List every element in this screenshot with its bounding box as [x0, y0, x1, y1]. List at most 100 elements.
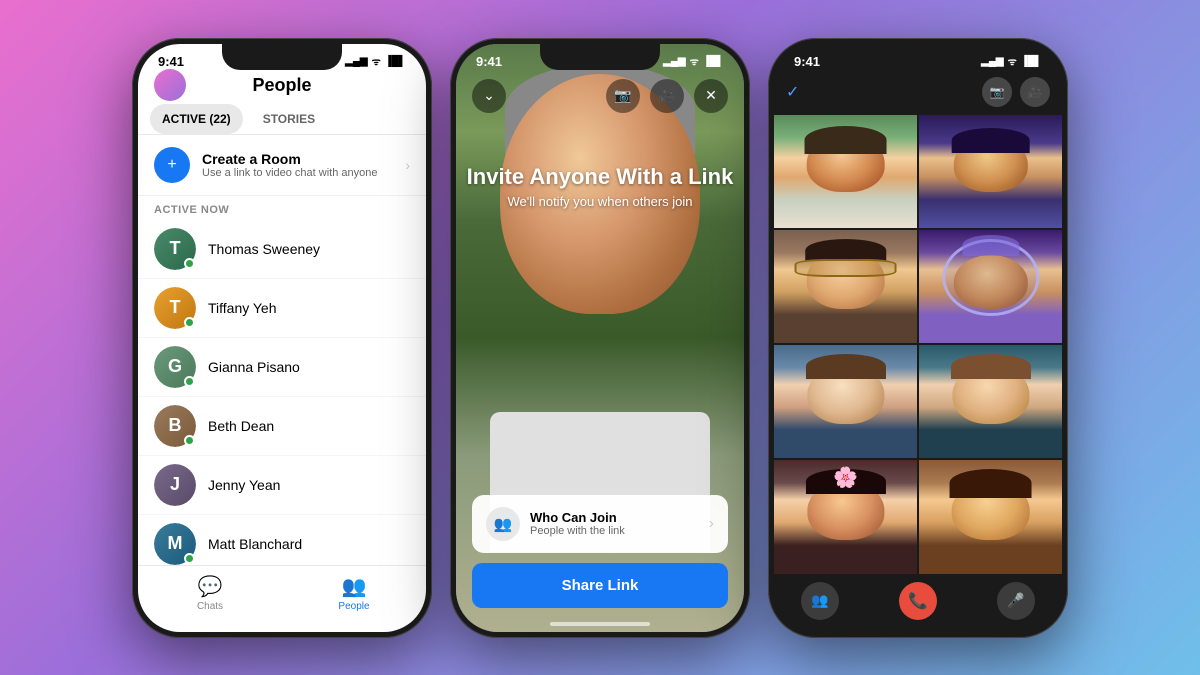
chats-label: Chats: [197, 601, 223, 612]
phone-2-content: 9:41 ▂▄▆ ᯤ ▐█▌ ⌄ 📷 🎥 ✕: [456, 44, 744, 632]
signal-icon-3: ▂▄▆: [981, 56, 1003, 67]
video-button[interactable]: 🎥: [650, 79, 684, 113]
contact-name: Thomas Sweeney: [208, 241, 320, 257]
group-button[interactable]: 👥: [801, 582, 839, 620]
create-room-subtitle: Use a link to video chat with anyone: [202, 167, 393, 179]
active-indicator: [184, 317, 195, 328]
video-top-bar: ✓ 📷 🎥: [774, 73, 1062, 115]
contact-row[interactable]: B Beth Dean: [138, 397, 426, 456]
phone-1-content: 9:41 ▂▄▆ ᯤ ▐█▌ People ACTIVE (22) STORIE…: [138, 44, 426, 632]
video-grid: 🌸: [774, 115, 1062, 574]
contact-row[interactable]: G Gianna Pisano: [138, 338, 426, 397]
tab-active[interactable]: ACTIVE (22): [150, 104, 243, 134]
camera-switch-button[interactable]: 📷: [606, 79, 640, 113]
video-cell-1: [774, 115, 917, 228]
status-time-3: 9:41: [794, 54, 820, 69]
phone-3-content: 9:41 ▂▄▆ ᯤ ▐█▌ ✓ 📷 🎥: [774, 44, 1062, 632]
signal-icon: ▂▄▆: [345, 56, 367, 67]
status-time-2: 9:41: [476, 54, 502, 69]
mute-button[interactable]: 🎤: [997, 582, 1035, 620]
chats-icon: 💬: [198, 574, 223, 599]
active-indicator: [184, 376, 195, 387]
avatar-wrap: T: [154, 287, 196, 329]
people-icon: 👥: [342, 574, 367, 599]
status-icons-3: ▂▄▆ ᯤ ▐█▌: [981, 54, 1042, 69]
phone-2-screen: 9:41 ▂▄▆ ᯤ ▐█▌ ⌄ 📷 🎥 ✕: [456, 44, 744, 632]
contact-row[interactable]: MMatt Blanchard: [138, 515, 426, 565]
home-indicator: [550, 622, 650, 626]
wifi-icon: ᯤ: [372, 54, 381, 68]
create-room-icon: +: [154, 147, 190, 183]
close-button[interactable]: ✕: [694, 79, 728, 113]
contact-row[interactable]: T Tiffany Yeh: [138, 279, 426, 338]
overlay: 9:41 ▂▄▆ ᯤ ▐█▌ ⌄ 📷 🎥 ✕: [456, 44, 744, 632]
tabs-bar: ACTIVE (22) STORIES: [138, 104, 426, 135]
create-room-row[interactable]: + Create a Room Use a link to video chat…: [138, 135, 426, 196]
who-can-text: Who Can Join People with the link: [530, 510, 699, 537]
nav-people[interactable]: 👥 People: [282, 574, 426, 612]
page-title: People: [252, 75, 311, 96]
phone-3-screen: 9:41 ▂▄▆ ᯤ ▐█▌ ✓ 📷 🎥: [774, 44, 1062, 632]
chevron-right-icon: ›: [405, 157, 410, 173]
avatar-wrap: T: [154, 228, 196, 270]
avatar-wrap: B: [154, 405, 196, 447]
chevron-right-icon-2: ›: [709, 515, 714, 533]
avatar-wrap: G: [154, 346, 196, 388]
invite-subtitle: We'll notify you when others join: [456, 194, 744, 209]
contact-name: Gianna Pisano: [208, 359, 300, 375]
avatar-wrap: J: [154, 464, 196, 506]
contact-name: Tiffany Yeh: [208, 300, 277, 316]
photo-button[interactable]: 📷: [982, 77, 1012, 107]
create-room-title: Create a Room: [202, 151, 393, 167]
video-cell-4: [919, 230, 1062, 343]
phone-2: 9:41 ▂▄▆ ᯤ ▐█▌ ⌄ 📷 🎥 ✕: [450, 38, 750, 638]
contact-row[interactable]: T Thomas Sweeney: [138, 220, 426, 279]
phone-notch: [222, 44, 342, 70]
status-icons: ▂▄▆ ᯤ ▐█▌: [345, 54, 406, 68]
phone-notch-2: [540, 44, 660, 70]
phone-1-screen: 9:41 ▂▄▆ ᯤ ▐█▌ People ACTIVE (22) STORIE…: [138, 44, 426, 632]
avatar: J: [154, 464, 196, 506]
wifi-icon-3: ᯤ: [1008, 54, 1017, 68]
share-link-button[interactable]: Share Link: [472, 563, 728, 608]
header-avatar: [154, 69, 186, 101]
active-now-label: ACTIVE NOW: [138, 196, 426, 220]
contact-name: Matt Blanchard: [208, 536, 302, 552]
camera-flip-button[interactable]: 🎥: [1020, 77, 1050, 107]
video-cell-6: [919, 345, 1062, 458]
status-icons-2: ▂▄▆ ᯤ ▐█▌: [663, 54, 724, 69]
video-cell-7: 🌸: [774, 460, 917, 573]
active-indicator: [184, 435, 195, 446]
signal-icon-2: ▂▄▆: [663, 56, 685, 67]
battery-icon: ▐█▌: [385, 56, 406, 67]
active-indicator: [184, 553, 195, 564]
contact-name: Jenny Yean: [208, 477, 280, 493]
check-icon[interactable]: ✓: [786, 82, 799, 102]
who-can-join-row[interactable]: 👥 Who Can Join People with the link ›: [472, 495, 728, 553]
call-controls: 👥 📞 🎤: [774, 574, 1062, 632]
contact-row[interactable]: J Jenny Yean: [138, 456, 426, 515]
invite-title: Invite Anyone With a Link: [456, 164, 744, 190]
active-indicator: [184, 258, 195, 269]
battery-icon-3: ▐█▌: [1021, 56, 1042, 67]
battery-icon-2: ▐█▌: [703, 56, 724, 67]
contacts-list: T Thomas Sweeney T Tiffany Yeh G Gianna Pisan…: [138, 220, 426, 565]
down-button[interactable]: ⌄: [472, 79, 506, 113]
video-cell-8: [919, 460, 1062, 573]
tab-stories[interactable]: STORIES: [251, 104, 327, 134]
video-cell-3: [774, 230, 917, 343]
bottom-panel: 👥 Who Can Join People with the link › Sh…: [456, 483, 744, 632]
create-room-text: Create a Room Use a link to video chat w…: [202, 151, 393, 179]
contact-name: Beth Dean: [208, 418, 274, 434]
status-time: 9:41: [158, 54, 184, 69]
phone-notch-3: [858, 44, 978, 70]
nav-chats[interactable]: 💬 Chats: [138, 574, 282, 612]
phone-1: 9:41 ▂▄▆ ᯤ ▐█▌ People ACTIVE (22) STORIE…: [132, 38, 432, 638]
phone-3: 9:41 ▂▄▆ ᯤ ▐█▌ ✓ 📷 🎥: [768, 38, 1068, 638]
end-call-button[interactable]: 📞: [899, 582, 937, 620]
people-header: People: [138, 73, 426, 104]
wifi-icon-2: ᯤ: [690, 54, 699, 68]
video-cell-5: [774, 345, 917, 458]
top-controls: ⌄ 📷 🎥 ✕: [456, 73, 744, 119]
people-label: People: [338, 601, 369, 612]
